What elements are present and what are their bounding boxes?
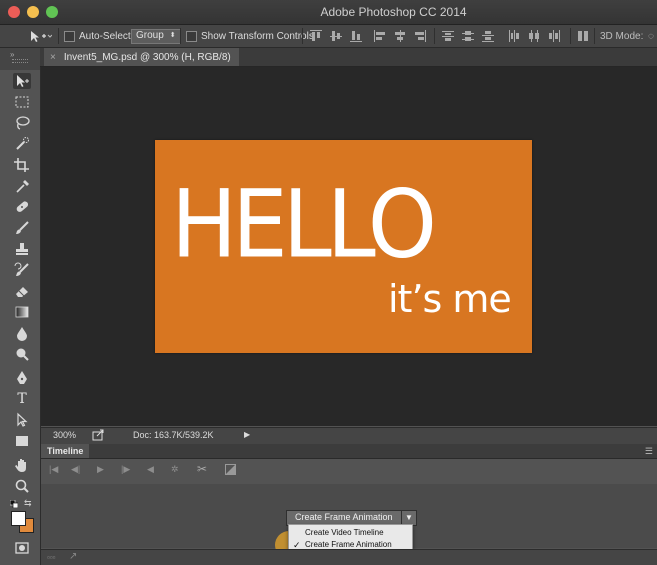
subline-text: it’s me [388,277,512,321]
photoshop-window: Adobe Photoshop CC 2014 Auto-Select: Gro… [0,0,657,565]
options-bar: Auto-Select: Group ⬍ Show Transform Cont… [0,25,657,48]
split-scissors-icon: ✂ [197,462,208,476]
zoom-level[interactable]: 300% [53,430,76,440]
history-brush-icon[interactable] [13,262,31,278]
distribute-horizontal-centers-icon[interactable] [528,30,540,42]
zoom-icon[interactable] [13,478,31,494]
move-tool-icon [31,31,52,42]
auto-select-label: Auto-Select: [79,30,134,42]
path-selection-icon[interactable] [13,412,31,428]
canvas-area[interactable]: HELLO it’s me [41,67,657,426]
hand-icon[interactable] [13,457,31,473]
first-frame-icon: |◀ [49,464,59,474]
move-tool-preset[interactable] [28,25,52,47]
settings-gear-icon: ✲ [171,464,179,474]
updown-arrows-icon: ⬍ [169,32,176,39]
document-tab-strip: × Invent5_MG.psd @ 300% (H, RGB/8) [40,48,657,67]
document-size-info: Doc: 163.7K/539.2K [133,430,214,440]
align-horizontal-centers-icon[interactable] [394,30,406,42]
audio-icon: ◀ [147,464,154,474]
document-tab-title: Invent5_MG.psd @ 300% (H, RGB/8) [63,51,231,63]
foreground-color-swatch[interactable] [11,511,26,526]
timeline-footer: ▫▫▫ ↗ [41,549,657,565]
align-right-edges-icon[interactable] [414,30,426,42]
auto-select-checkbox[interactable] [64,30,75,42]
collapse-panel-icon[interactable]: » [10,50,14,59]
distribute-left-edges-icon[interactable] [508,30,520,42]
export-icon[interactable] [91,428,105,444]
document-tab[interactable]: × Invent5_MG.psd @ 300% (H, RGB/8) [44,48,239,66]
convert-to-timeline-icon: ↗ [69,551,78,562]
align-bottom-edges-icon[interactable] [350,30,362,42]
align-left-edges-icon[interactable] [374,30,386,42]
status-menu-arrow-icon[interactable]: ▶ [244,430,250,439]
align-vertical-centers-icon[interactable] [330,30,342,42]
panel-menu-icon[interactable]: ☰ [645,446,653,457]
chevron-down-icon: ▼ [405,513,413,522]
rectangle-shape-icon[interactable] [13,433,31,449]
transition-icon [225,464,236,477]
timeline-panel: Timeline ☰ |◀ ◀| ▶ |▶ ◀ ✲ ✂ Create Frame… [41,444,657,565]
auto-align-layers-icon[interactable] [578,30,590,42]
quick-selection-icon[interactable] [13,136,31,152]
type-icon[interactable]: T [13,391,31,407]
clone-stamp-icon[interactable] [13,241,31,257]
headline-text: HELLO [171,169,437,279]
3d-orbit-icon[interactable]: ◌ [648,31,654,42]
3d-mode-label: 3D Mode: [600,30,644,42]
distribute-vertical-centers-icon[interactable] [462,30,474,42]
rectangular-marquee-icon[interactable] [13,94,31,110]
lasso-icon[interactable] [13,115,31,131]
default-colors-icon[interactable] [9,499,19,509]
title-bar: Adobe Photoshop CC 2014 [0,0,657,25]
quick-mask-icon[interactable] [13,540,31,556]
spot-healing-brush-icon[interactable] [13,199,31,215]
pen-icon[interactable] [13,370,31,386]
previous-frame-icon: ◀| [71,464,81,474]
crop-icon[interactable] [13,157,31,173]
auto-select-value: Group [136,30,164,41]
status-bar: 300% Doc: 163.7K/539.2K ▶ [41,427,657,444]
move-tool-icon[interactable] [13,73,31,89]
swap-colors-icon[interactable]: ⇆ [24,498,32,509]
blur-icon[interactable] [13,325,31,341]
document-canvas[interactable]: HELLO it’s me [155,140,532,353]
close-tab-icon[interactable]: × [50,52,56,63]
eyedropper-icon[interactable] [13,178,31,194]
auto-select-dropdown[interactable]: Group ⬍ [131,28,181,44]
distribute-right-edges-icon[interactable] [548,30,560,42]
eraser-icon[interactable] [13,283,31,299]
timeline-tab[interactable]: Timeline [41,444,90,458]
play-icon: ▶ [97,464,104,474]
tools-panel: » T ⇆ [0,48,41,565]
convert-frames-icon: ▫▫▫ [47,553,56,562]
dodge-icon[interactable] [13,346,31,362]
gradient-icon[interactable] [13,304,31,320]
tools-panel-header: » [0,48,40,70]
app-title: Adobe Photoshop CC 2014 [320,5,467,19]
panel-grip-icon [12,59,28,63]
brush-icon[interactable] [13,220,31,236]
show-transform-controls-label: Show Transform Controls [201,30,314,42]
menu-item-create-video-timeline[interactable]: Create Video Timeline [305,527,384,539]
next-frame-icon: |▶ [121,464,131,474]
timeline-tab-bar: Timeline ☰ [41,444,657,459]
distribute-top-edges-icon[interactable] [442,30,454,42]
show-transform-controls-checkbox[interactable] [186,30,197,42]
align-top-edges-icon[interactable] [310,30,322,42]
distribute-bottom-edges-icon[interactable] [482,30,494,42]
